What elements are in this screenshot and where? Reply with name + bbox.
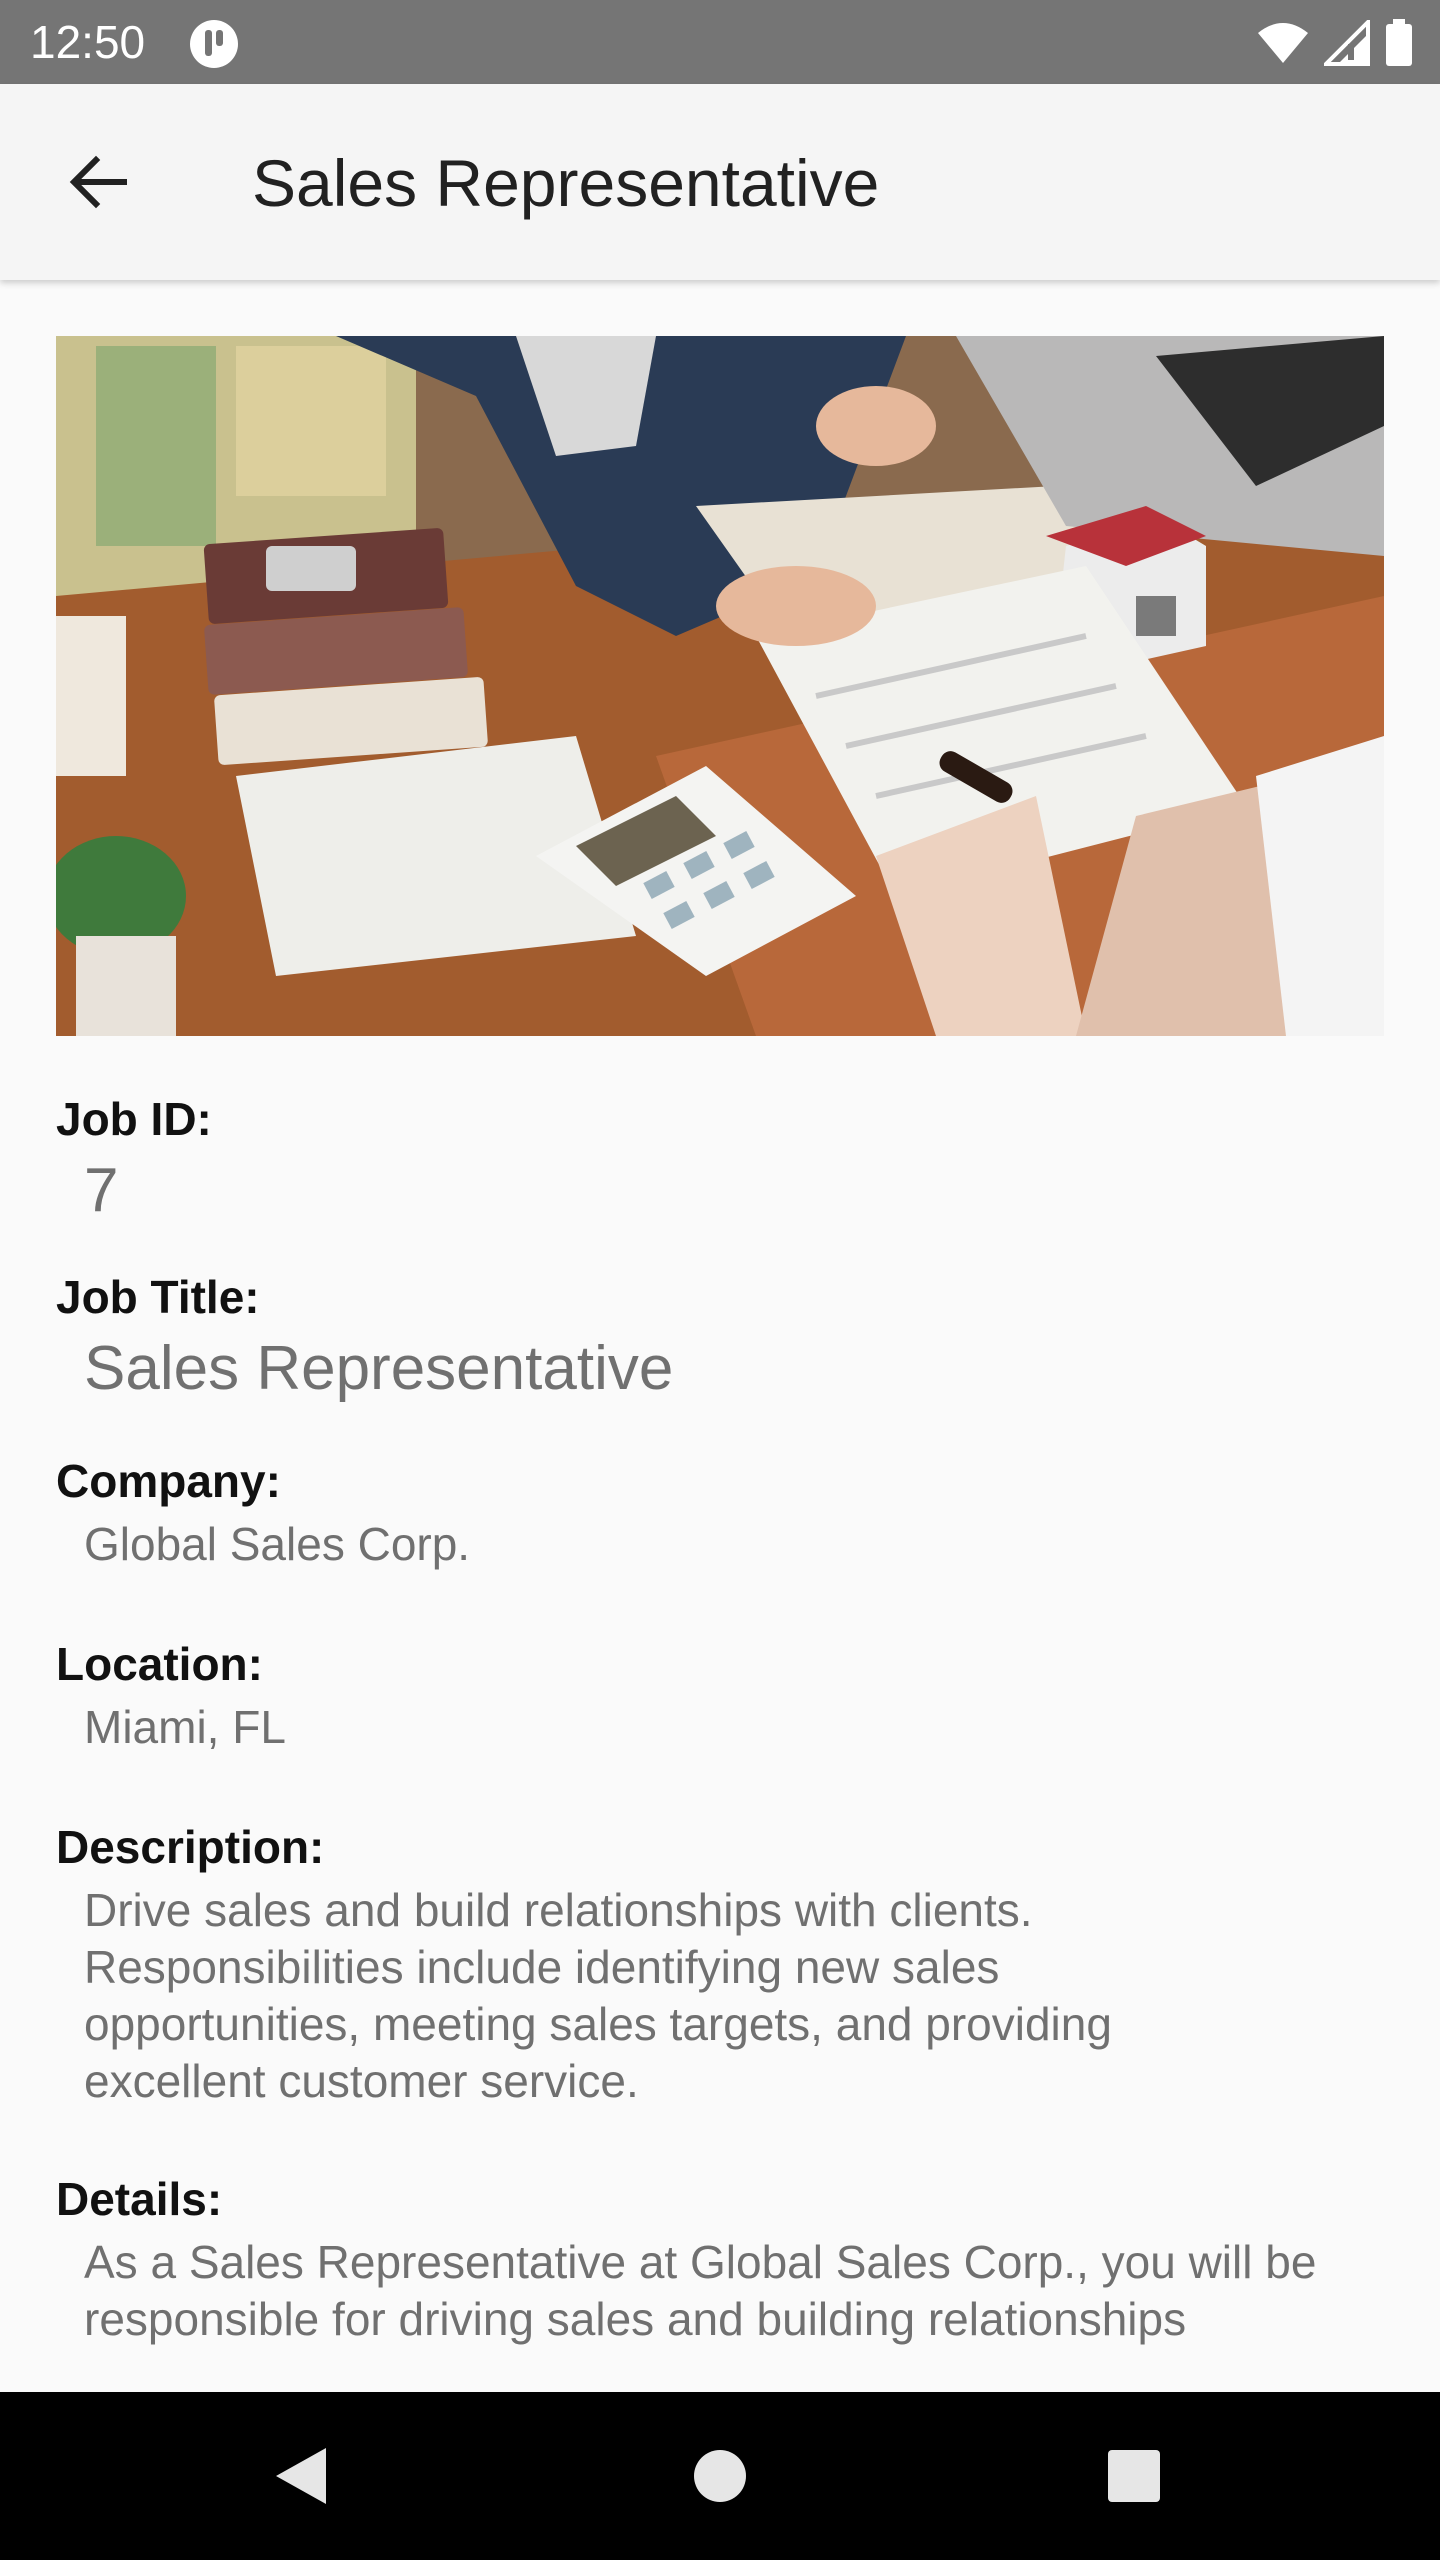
app-notification-icon	[190, 20, 238, 68]
company-label: Company:	[56, 1455, 281, 1507]
description-value: Drive sales and build relationships with…	[84, 1884, 1112, 2107]
details-label: Details:	[56, 2173, 223, 2225]
back-button[interactable]	[48, 132, 148, 232]
company-value: Global Sales Corp.	[84, 1518, 471, 1570]
job-id-value: 7	[84, 1156, 119, 1225]
system-nav-bar	[0, 2392, 1440, 2560]
nav-recents-icon	[1108, 2450, 1160, 2502]
battery-icon	[1386, 19, 1412, 66]
cellular-signal-icon	[1324, 20, 1370, 66]
job-id-field: Job ID: 7	[56, 1090, 1384, 1230]
job-title-label: Job Title:	[56, 1271, 260, 1323]
arrow-back-icon	[69, 155, 127, 209]
job-details: Job ID: 7 Job Title: Sales Representativ…	[56, 1090, 1384, 2348]
location-value: Miami, FL	[84, 1701, 286, 1753]
nav-back-button[interactable]	[250, 2426, 350, 2526]
nav-home-icon	[694, 2450, 746, 2502]
page-title: Sales Representative	[252, 146, 880, 220]
status-icons	[1256, 18, 1414, 68]
nav-back-icon	[276, 2448, 326, 2504]
status-bar: 12:50	[0, 0, 1440, 84]
job-id-label: Job ID:	[56, 1093, 212, 1145]
company-field: Company: Global Sales Corp.	[56, 1452, 1384, 1573]
nav-home-button[interactable]	[670, 2426, 770, 2526]
location-field: Location: Miami, FL	[56, 1635, 1384, 1756]
wifi-icon	[1258, 23, 1308, 63]
description-label: Description:	[56, 1821, 325, 1873]
status-time: 12:50	[30, 16, 146, 68]
job-title-field: Job Title: Sales Representative	[56, 1268, 1384, 1408]
job-title-value: Sales Representative	[84, 1334, 674, 1403]
details-field: Details: As a Sales Representative at Gl…	[56, 2170, 1384, 2348]
nav-recents-button[interactable]	[1084, 2426, 1184, 2526]
job-image	[56, 336, 1384, 1036]
details-value: As a Sales Representative at Global Sale…	[84, 2236, 1317, 2345]
app-bar: Sales Representative	[0, 84, 1440, 280]
location-label: Location:	[56, 1638, 263, 1690]
description-field: Description: Drive sales and build relat…	[56, 1818, 1384, 2110]
business-meeting-photo	[56, 336, 1384, 1036]
